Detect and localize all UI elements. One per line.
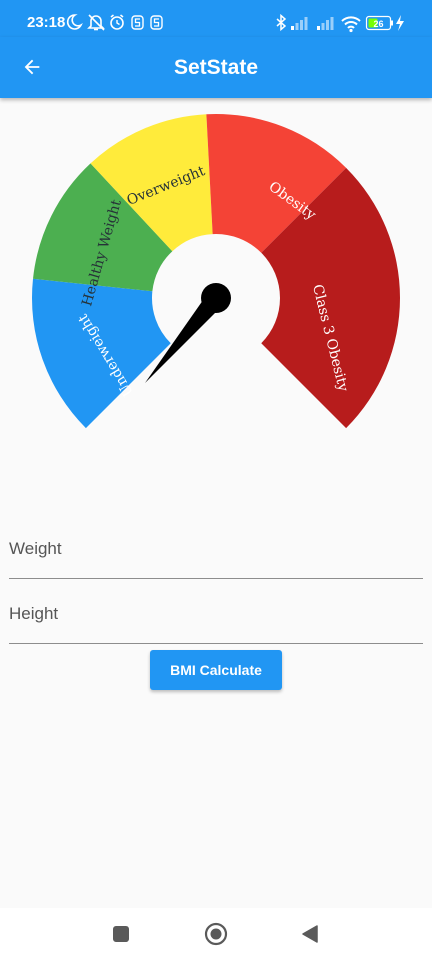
signal-icon [317, 17, 334, 30]
home-button[interactable] [202, 920, 230, 948]
signal-icon [291, 17, 308, 30]
s-icon [150, 15, 163, 30]
status-left-icons [66, 14, 163, 31]
alarm-icon [110, 14, 124, 30]
charging-icon [396, 15, 404, 31]
triangle-back-icon [302, 925, 318, 943]
weight-field[interactable]: Weight [9, 531, 423, 579]
wifi-icon [341, 16, 361, 33]
arrow-left-icon [24, 59, 40, 75]
bell-off-icon [87, 14, 105, 31]
system-back-button[interactable] [296, 920, 324, 948]
status-time: 23:18 [27, 14, 66, 31]
status-right-icons: 26 [276, 13, 404, 33]
bmi-gauge: Underweight Healthy Weight Overweight Ob… [31, 114, 400, 429]
bluetooth-icon [276, 13, 287, 32]
battery-level: 26 [373, 19, 383, 29]
back-button[interactable] [12, 47, 52, 87]
circle-icon [204, 922, 228, 946]
weight-field-placeholder: Weight [9, 539, 62, 558]
page-title: SetState [173, 56, 259, 79]
s-icon [131, 15, 144, 30]
battery-icon: 26 [365, 15, 393, 31]
system-nav-bar [0, 908, 432, 960]
bmi-calculate-button[interactable]: BMI Calculate [150, 650, 282, 690]
height-field-placeholder: Height [9, 604, 59, 623]
height-field[interactable]: Height [9, 596, 423, 644]
square-icon [113, 926, 129, 942]
app-bar: SetState [0, 37, 432, 98]
moon-icon [66, 14, 83, 30]
recents-button[interactable] [107, 920, 135, 948]
status-bar: 23:18 26 [0, 0, 432, 37]
